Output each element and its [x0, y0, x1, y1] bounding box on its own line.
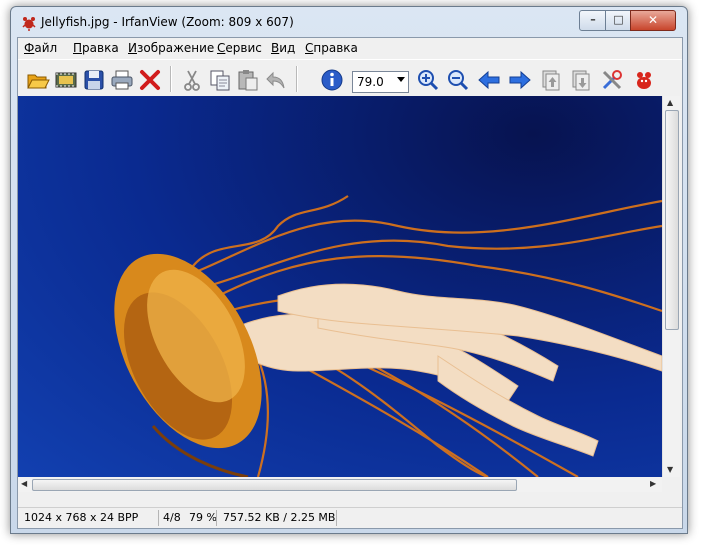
- save-button[interactable]: [82, 68, 106, 92]
- jellyfish-image[interactable]: [18, 96, 662, 477]
- status-index: 4/8: [163, 511, 181, 524]
- scrollbar-corner: [662, 477, 679, 492]
- vertical-scroll-thumb[interactable]: [665, 110, 679, 330]
- copy-button[interactable]: [208, 68, 232, 92]
- status-file-size: 757.52 KB / 2.25 MB: [223, 511, 336, 524]
- zoom-value: 79.0: [357, 75, 384, 89]
- jellyfish-picture: [114, 195, 662, 477]
- image-viewport: ▲ ▼ ◀ ▶: [18, 96, 682, 492]
- page-up-button[interactable]: [539, 68, 563, 92]
- zoom-combobox[interactable]: 79.0: [352, 71, 409, 93]
- chevron-down-icon[interactable]: [397, 77, 405, 82]
- paste-icon: [238, 70, 258, 91]
- status-separator: [336, 510, 337, 526]
- status-dimensions: 1024 x 768 x 24 BPP: [24, 511, 139, 524]
- scroll-down-icon[interactable]: ▼: [667, 465, 673, 474]
- irfanview-window: Jellyfish.jpg - IrfanView (Zoom: 809 x 6…: [10, 6, 688, 534]
- status-separator: [216, 510, 217, 526]
- menu-view[interactable]: Вид: [271, 41, 295, 55]
- menu-edit[interactable]: Правка: [73, 41, 119, 55]
- menu-help[interactable]: Справка: [305, 41, 358, 55]
- zoom-out-button[interactable]: [446, 68, 470, 92]
- cut-button[interactable]: [180, 68, 204, 92]
- cut-icon: [184, 70, 200, 91]
- menu-bar: Файл Правка Изображение Сервис Вид Справ…: [18, 38, 682, 58]
- zoom-in-icon: [418, 70, 439, 91]
- irfanview-logo-button[interactable]: [632, 68, 656, 92]
- previous-icon: [478, 70, 500, 90]
- print-button[interactable]: [110, 68, 134, 92]
- menu-tools[interactable]: Сервис: [217, 41, 262, 55]
- undo-button[interactable]: [264, 68, 288, 92]
- scroll-up-icon[interactable]: ▲: [667, 98, 673, 107]
- irfanview-app-icon[interactable]: [21, 15, 37, 31]
- open-folder-icon: [27, 74, 50, 89]
- maximize-button[interactable]: □: [605, 10, 632, 31]
- vertical-scrollbar[interactable]: ▲ ▼: [662, 96, 680, 477]
- page-down-icon: [572, 70, 590, 91]
- previous-button[interactable]: [477, 68, 501, 92]
- print-icon: [111, 70, 133, 90]
- page-up-icon: [542, 70, 560, 91]
- settings-button[interactable]: [600, 68, 624, 92]
- next-button[interactable]: [508, 68, 532, 92]
- open-button[interactable]: [26, 68, 50, 92]
- window-title: Jellyfish.jpg - IrfanView (Zoom: 809 x 6…: [41, 15, 294, 29]
- close-button[interactable]: ✕: [630, 10, 676, 31]
- minimize-button[interactable]: –: [579, 10, 607, 31]
- maximize-icon: □: [613, 13, 624, 26]
- zoom-out-icon: [448, 70, 469, 91]
- settings-icon: [602, 70, 622, 90]
- horizontal-scrollbar[interactable]: ◀ ▶: [18, 477, 662, 492]
- status-bar: 1024 x 768 x 24 BPP 4/8 79 % 757.52 KB /…: [18, 507, 682, 528]
- toolbar-separator: [170, 66, 172, 92]
- horizontal-scroll-thumb[interactable]: [32, 479, 517, 491]
- page-down-button[interactable]: [569, 68, 593, 92]
- next-icon: [509, 70, 531, 90]
- minimize-icon: –: [590, 13, 596, 26]
- client-area: Файл Правка Изображение Сервис Вид Справ…: [17, 37, 683, 529]
- info-button[interactable]: [320, 68, 344, 92]
- toolbar: 79.0: [18, 59, 682, 96]
- menu-image[interactable]: Изображение: [128, 41, 214, 55]
- toolbar-separator: [296, 66, 298, 92]
- close-icon: ✕: [647, 13, 659, 27]
- title-bar[interactable]: Jellyfish.jpg - IrfanView (Zoom: 809 x 6…: [11, 7, 687, 37]
- slideshow-button[interactable]: [54, 68, 78, 92]
- status-zoom: 79 %: [189, 511, 217, 524]
- undo-icon: [266, 71, 285, 89]
- zoom-in-button[interactable]: [416, 68, 440, 92]
- irfanview-logo-icon: [637, 72, 651, 89]
- copy-icon: [210, 70, 230, 91]
- scroll-right-icon[interactable]: ▶: [650, 479, 656, 488]
- delete-icon: [140, 70, 160, 90]
- paste-button[interactable]: [236, 68, 260, 92]
- status-separator: [158, 510, 159, 526]
- menu-file[interactable]: Файл: [24, 41, 57, 55]
- save-icon: [84, 70, 104, 90]
- scroll-left-icon[interactable]: ◀: [21, 479, 27, 488]
- delete-button[interactable]: [138, 68, 162, 92]
- info-icon: [321, 69, 343, 91]
- slideshow-icon: [55, 72, 77, 88]
